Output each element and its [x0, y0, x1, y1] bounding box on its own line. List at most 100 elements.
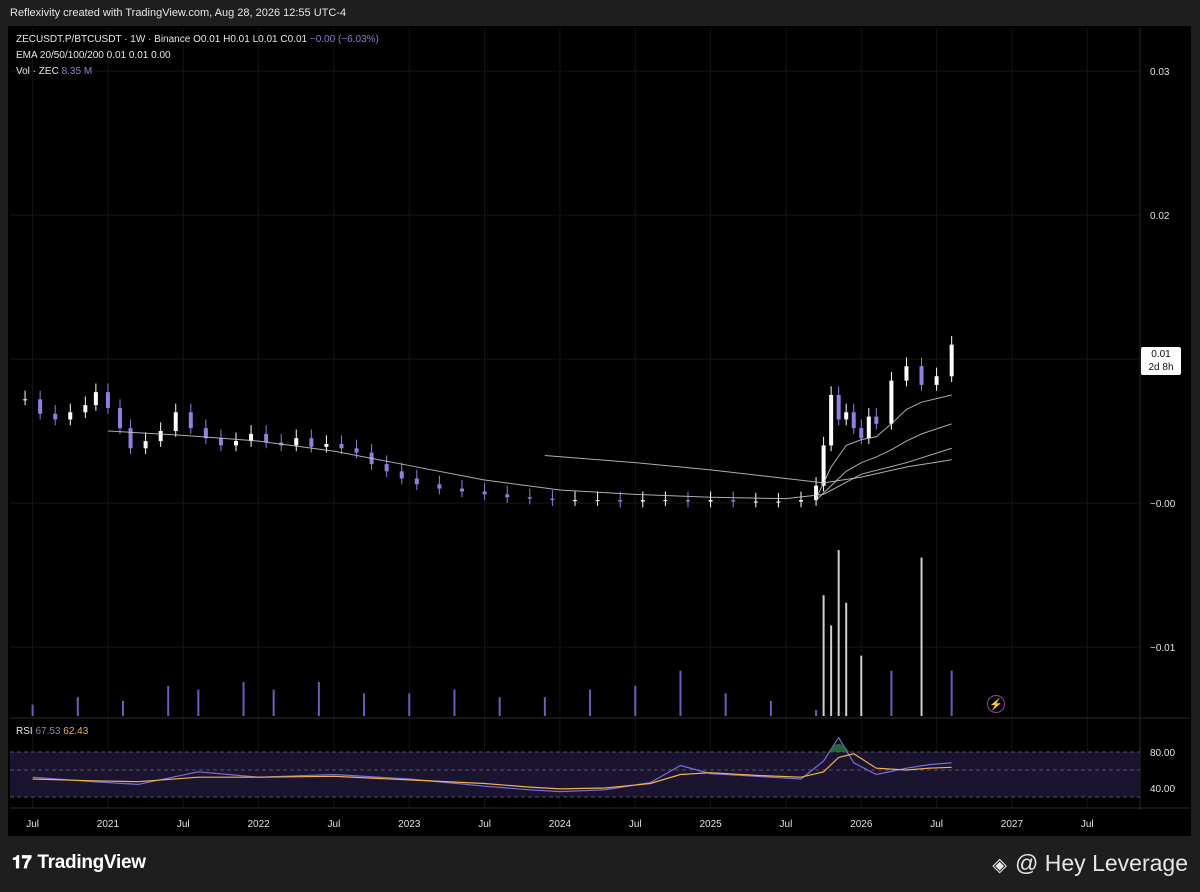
last-price-box: 0.01 2d 8h — [1141, 347, 1181, 375]
rsi-legend: RSI 67.53 62.43 — [16, 726, 88, 737]
candle-body — [143, 441, 148, 449]
candle-body — [836, 395, 841, 420]
last-price: 0.01 — [1151, 349, 1171, 360]
x-tick-label: Jul — [26, 819, 39, 830]
candle-body — [188, 412, 193, 429]
bar-countdown: 2d 8h — [1148, 362, 1174, 373]
candle-body — [686, 500, 690, 502]
candle-body — [384, 464, 389, 472]
ema-line — [544, 454, 952, 484]
candle-body — [482, 491, 487, 495]
x-tick-label: Jul — [177, 819, 190, 830]
candle-body — [83, 405, 88, 413]
candle-body — [731, 500, 736, 502]
x-tick-label: Jul — [1081, 819, 1094, 830]
candle-body — [309, 438, 314, 447]
ema-legend: EMA 20/50/100/200 0.01 0.01 0.00 — [16, 50, 171, 61]
volume-bar — [317, 682, 320, 716]
candle-body — [753, 501, 758, 503]
volume-label: Vol · ZEC — [16, 66, 59, 77]
volume-bar — [724, 693, 727, 716]
volume-bar — [860, 655, 863, 716]
candle-body — [874, 416, 879, 424]
x-tick-label: 2021 — [97, 819, 120, 830]
candle-body — [829, 395, 834, 446]
ohlc-high: H0.01 — [223, 34, 250, 45]
candle-body — [117, 407, 122, 429]
rsi-value: 67.53 — [35, 726, 61, 737]
candle-body — [128, 428, 133, 449]
candle-body — [919, 366, 924, 385]
candle-body — [550, 498, 555, 501]
y-tick-label: −0.01 — [1150, 643, 1176, 654]
tradingview-brand: TradingView — [37, 852, 146, 873]
volume-bar — [498, 697, 501, 716]
candle-body — [866, 416, 871, 439]
volume-bar — [830, 625, 833, 716]
rsi-tick-label: 80.00 — [1150, 748, 1175, 759]
candle-body — [23, 399, 28, 401]
rsi-overbought-fill — [828, 743, 850, 752]
volume-bar — [589, 689, 592, 716]
volume-legend: Vol · ZEC 8.35 M — [16, 66, 92, 77]
watermark-text: @ Hey Leverage — [1015, 850, 1188, 876]
x-tick-label: Jul — [780, 819, 793, 830]
x-tick-label: 2023 — [398, 819, 421, 830]
candle-body — [844, 412, 849, 420]
candle-body — [934, 376, 939, 385]
candle-body — [38, 399, 43, 414]
x-tick-label: 2024 — [549, 819, 572, 830]
x-tick-label: 2026 — [850, 819, 873, 830]
x-tick-label: Jul — [930, 819, 943, 830]
ema-line — [815, 423, 952, 501]
candle-body — [399, 471, 404, 479]
x-tick-label: Jul — [328, 819, 341, 830]
candle-body — [460, 488, 464, 492]
candle-body — [414, 478, 419, 485]
candle-body — [234, 441, 238, 446]
volume-bar — [837, 550, 840, 716]
candle-body — [889, 380, 894, 424]
symbol-line: ZECUSDT.P/BTCUSDT · 1W · Binance — [16, 34, 191, 45]
volume-bar — [920, 557, 923, 716]
candle-body — [173, 412, 178, 431]
volume-bar — [167, 685, 170, 716]
symbol-legend: ZECUSDT.P/BTCUSDT · 1W · Binance O0.01 H… — [16, 34, 379, 45]
volume-value: 8.35 M — [61, 66, 93, 77]
y-tick-label: 0.02 — [1150, 211, 1170, 222]
ohlc-change: −0.00 (−6.03%) — [309, 34, 379, 45]
x-tick-label: Jul — [478, 819, 491, 830]
y-tick-label: 0.03 — [1150, 67, 1170, 78]
volume-bar — [197, 689, 200, 716]
volume-bar — [242, 682, 245, 716]
ohlc-close: C0.01 — [280, 34, 308, 45]
candle-body — [324, 443, 329, 447]
candle-body — [68, 412, 73, 420]
rsi-ma-value: 62.43 — [63, 726, 89, 737]
candle-body — [851, 412, 856, 429]
candle-body — [618, 500, 623, 502]
candle-body — [158, 431, 163, 442]
ohlc-open: O0.01 — [193, 34, 221, 45]
volume-bar — [845, 602, 848, 716]
volume-bar — [543, 697, 546, 716]
candle-body — [105, 392, 110, 408]
volume-bar — [363, 693, 366, 716]
candle-body — [949, 344, 954, 377]
candle-body — [218, 438, 223, 446]
ema-line — [815, 394, 952, 499]
candle-body — [595, 500, 600, 502]
candle-body — [354, 448, 359, 453]
candle-body — [776, 501, 781, 503]
candle-body — [294, 438, 299, 446]
candle-body — [640, 500, 645, 502]
volume-bar — [272, 689, 275, 716]
candle-body — [573, 500, 577, 502]
flash-icon[interactable]: ⚡ — [987, 695, 1005, 713]
volume-bar — [950, 670, 953, 716]
chart-canvas[interactable]: 0.03 0.02 0.01 −0.00 −0.01 Jul 2021 Jul 2022 Jul 2… — [0, 0, 1200, 892]
candle-body — [93, 392, 98, 406]
volume-bar — [31, 704, 34, 716]
tradingview-logo: 𝟏𝟕 TradingView — [12, 852, 146, 874]
volume-bar — [815, 709, 818, 716]
